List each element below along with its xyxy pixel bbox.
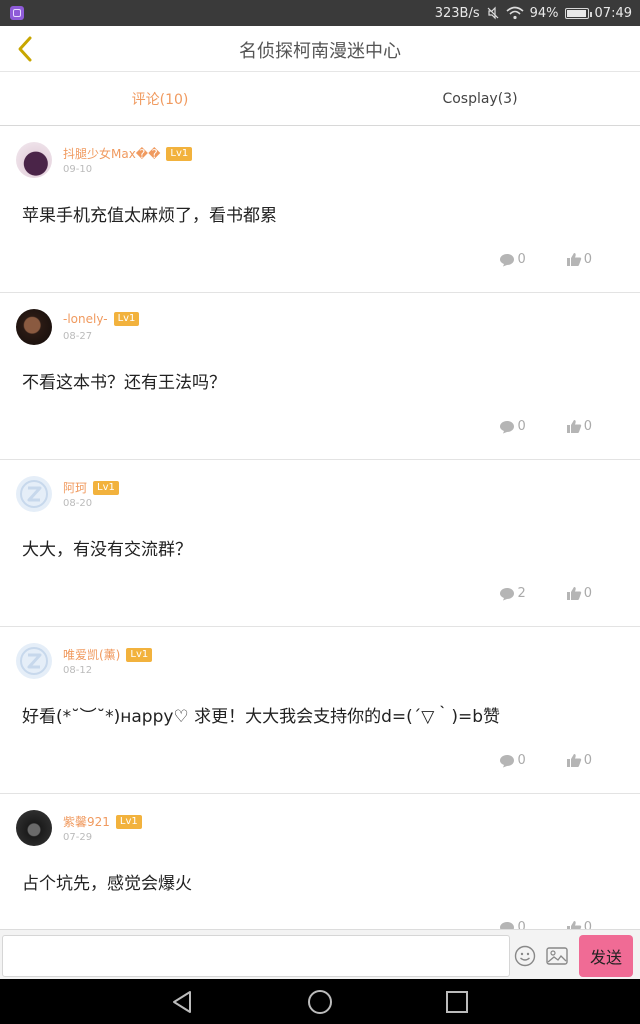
- comment-date: 08-27: [63, 331, 93, 342]
- comment-item: 阿珂 Lv1 08-20 大大，有没有交流群？ 2 0: [0, 460, 640, 627]
- comment-input[interactable]: [2, 935, 510, 977]
- comment-date: 07-29: [63, 832, 93, 843]
- user-info: -lonely- Lv1: [63, 312, 140, 326]
- thumbs-up-icon: [566, 253, 581, 266]
- system-nav-bar: [0, 979, 640, 1024]
- username[interactable]: -lonely-: [63, 312, 108, 326]
- reply-count: 0: [517, 753, 526, 768]
- comment-date: 08-12: [63, 665, 93, 676]
- like-count: 0: [583, 920, 592, 929]
- network-speed: 323B/s: [434, 5, 480, 21]
- battery-percent: 94%: [529, 5, 559, 21]
- reply-count: 0: [517, 252, 526, 267]
- wifi-icon: [506, 6, 524, 20]
- status-bar: 323B/s 94% 07:49: [0, 0, 640, 26]
- comment-text: 占个坑先，感觉会爆火: [22, 874, 192, 894]
- like-button[interactable]: 0: [566, 419, 592, 434]
- avatar[interactable]: [16, 142, 52, 178]
- mute-icon: [487, 6, 499, 20]
- image-icon[interactable]: [546, 946, 568, 966]
- like-count: 0: [583, 753, 592, 768]
- comment-text: 不看这本书？还有王法吗？: [22, 373, 226, 393]
- comment-bubble-icon: [500, 921, 515, 929]
- send-button[interactable]: 发送: [579, 935, 633, 977]
- clock: 07:49: [594, 5, 632, 21]
- back-triangle-icon[interactable]: [170, 989, 196, 1015]
- reply-button[interactable]: 0: [499, 252, 526, 267]
- comment-date: 08-20: [63, 498, 93, 509]
- tab-cosplay[interactable]: Cosplay(3): [320, 72, 640, 125]
- like-button[interactable]: 0: [566, 252, 592, 267]
- app-notification-icon: [10, 6, 24, 20]
- thumbs-up-icon: [566, 754, 581, 767]
- comment-actions: 0 0: [499, 252, 592, 267]
- reply-button[interactable]: 0: [499, 920, 526, 929]
- recent-apps-icon[interactable]: [444, 989, 470, 1015]
- user-info: 紫馨921 Lv1: [63, 813, 142, 830]
- comment-actions: 2 0: [499, 586, 592, 601]
- like-count: 0: [583, 252, 592, 267]
- comment-bubble-icon: [500, 587, 515, 600]
- user-info: 阿珂 Lv1: [63, 479, 119, 496]
- level-badge: Lv1: [126, 647, 153, 662]
- comment-item: 抖腿少女Max�� Lv1 09-10 苹果手机充值太麻烦了，看书都累 0 0: [0, 126, 640, 293]
- reply-count: 0: [517, 419, 526, 434]
- avatar[interactable]: [16, 643, 52, 679]
- comment-text: 大大，有没有交流群？: [22, 540, 192, 560]
- like-button[interactable]: 0: [566, 586, 592, 601]
- level-badge: Lv1: [115, 814, 142, 829]
- thumbs-up-icon: [566, 587, 581, 600]
- comment-item: 紫馨921 Lv1 07-29 占个坑先，感觉会爆火 0 0: [0, 794, 640, 929]
- comment-bubble-icon: [500, 420, 515, 433]
- page-title: 名侦探柯南漫迷中心: [239, 41, 401, 62]
- reply-button[interactable]: 0: [499, 753, 526, 768]
- avatar[interactable]: [16, 810, 52, 846]
- username[interactable]: 紫馨921: [63, 813, 110, 830]
- comment-date: 09-10: [63, 164, 93, 175]
- comment-actions: 0 0: [499, 419, 592, 434]
- comment-text: 苹果手机充值太麻烦了，看书都累: [22, 206, 277, 226]
- username[interactable]: 抖腿少女Max��: [63, 145, 160, 162]
- level-badge: Lv1: [166, 146, 193, 161]
- like-count: 0: [583, 419, 592, 434]
- comment-item: -lonely- Lv1 08-27 不看这本书？还有王法吗？ 0 0: [0, 293, 640, 460]
- like-button[interactable]: 0: [566, 753, 592, 768]
- tab-comments[interactable]: 评论(10): [0, 72, 320, 125]
- like-button[interactable]: 0: [566, 920, 592, 929]
- username[interactable]: 阿珂: [63, 479, 87, 496]
- username[interactable]: 唯爱凯(薰): [63, 646, 120, 663]
- reply-button[interactable]: 2: [499, 586, 526, 601]
- comment-bubble-icon: [500, 754, 515, 767]
- level-badge: Lv1: [93, 480, 119, 495]
- reply-count: 2: [517, 586, 526, 601]
- avatar[interactable]: [16, 476, 52, 512]
- comment-list[interactable]: 抖腿少女Max�� Lv1 09-10 苹果手机充值太麻烦了，看书都累 0 0 …: [0, 126, 640, 929]
- thumbs-up-icon: [566, 420, 581, 433]
- reply-button[interactable]: 0: [499, 419, 526, 434]
- header-bar: 名侦探柯南漫迷中心: [0, 26, 640, 72]
- default-avatar-icon: [20, 647, 48, 675]
- user-info: 唯爱凯(薰) Lv1: [63, 646, 153, 663]
- default-avatar-icon: [20, 480, 48, 508]
- comment-bubble-icon: [500, 253, 515, 266]
- battery-icon: [564, 7, 592, 19]
- home-circle-icon[interactable]: [307, 989, 333, 1015]
- reply-count: 0: [517, 920, 526, 929]
- tab-bar: 评论(10) Cosplay(3): [0, 72, 640, 126]
- comment-actions: 0 0: [499, 920, 592, 929]
- avatar[interactable]: [16, 309, 52, 345]
- thumbs-up-icon: [566, 921, 581, 929]
- comment-actions: 0 0: [499, 753, 592, 768]
- user-info: 抖腿少女Max�� Lv1: [63, 145, 193, 162]
- comment-text: 好看(*˘︶˘*)нappy♡ 求更！大大我会支持你的d=(´▽｀)=b赞: [22, 707, 500, 727]
- emoji-icon[interactable]: [514, 945, 536, 967]
- like-count: 0: [583, 586, 592, 601]
- comment-item: 唯爱凯(薰) Lv1 08-12 好看(*˘︶˘*)нappy♡ 求更！大大我会…: [0, 627, 640, 794]
- comment-input-bar: 发送: [0, 929, 640, 979]
- level-badge: Lv1: [113, 312, 140, 326]
